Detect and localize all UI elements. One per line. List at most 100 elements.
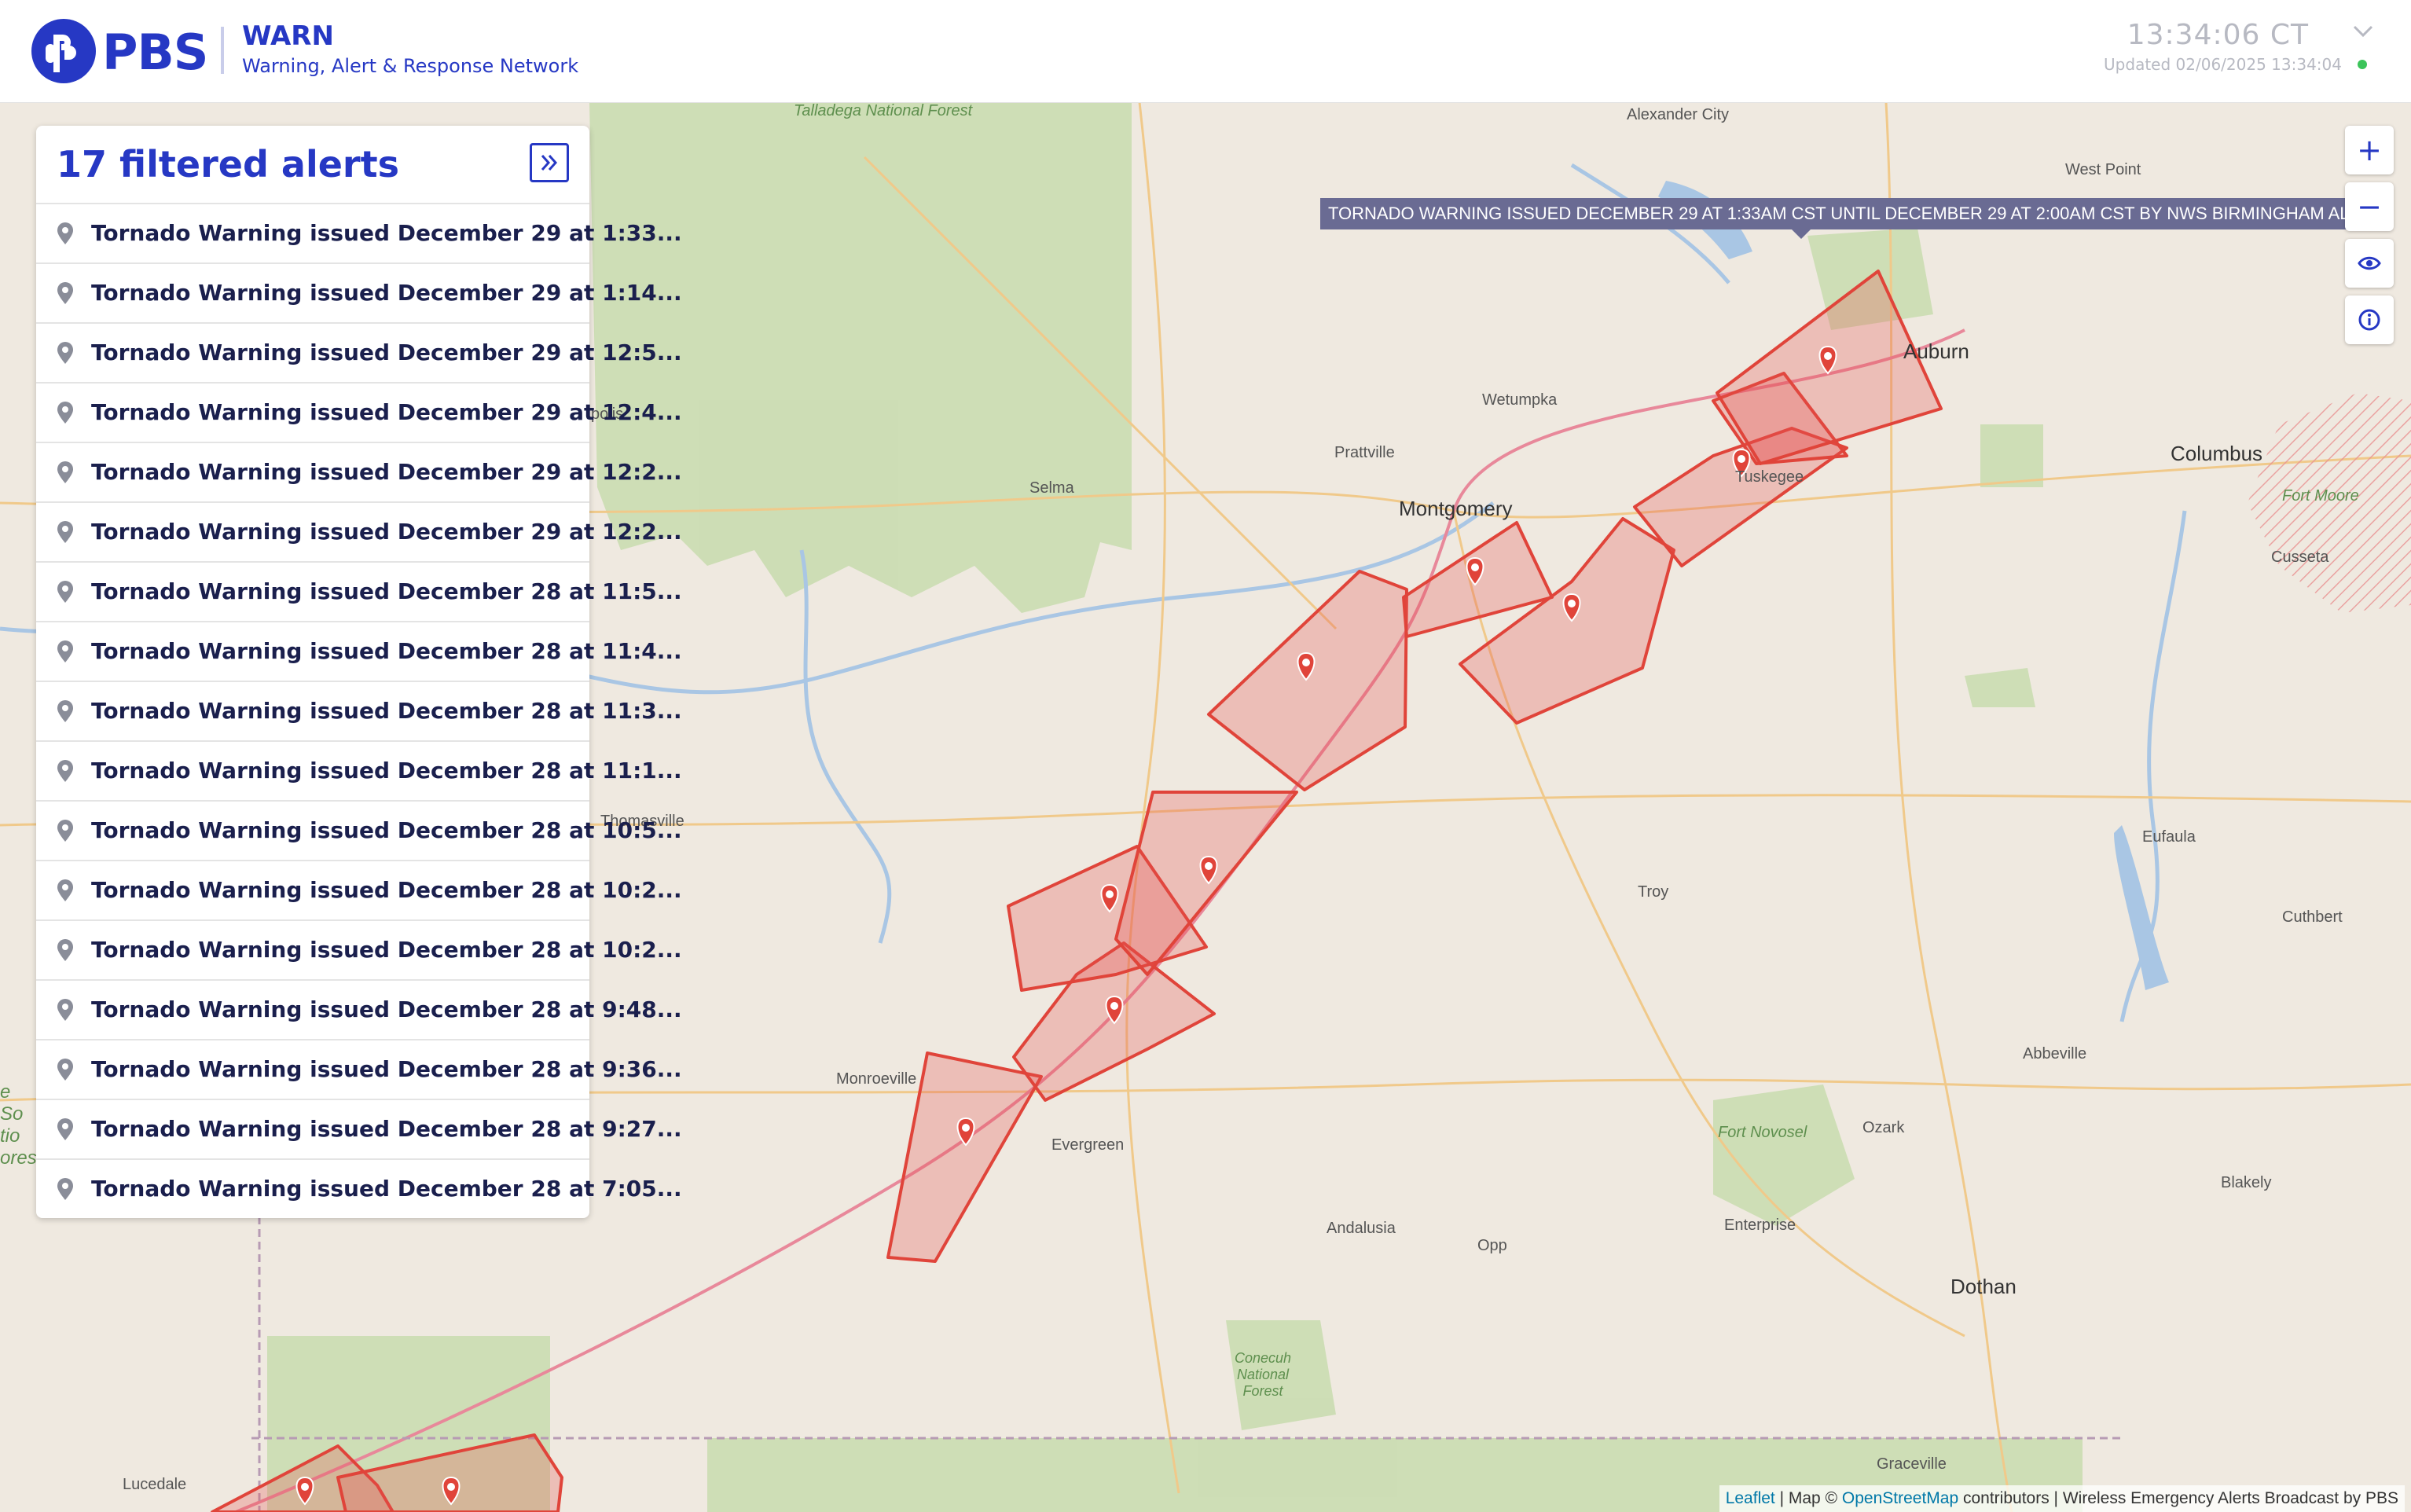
chevron-down-icon[interactable] [2351,22,2375,41]
alert-tooltip: TORNADO WARNING ISSUED DECEMBER 29 AT 1:… [1320,198,2358,239]
map-pin-icon [57,282,73,304]
pbs-wordmark[interactable]: PBS [102,24,208,81]
alert-list-item[interactable]: Tornado Warning issued December 29 at 12… [36,324,682,384]
place-prattville: Prattville [1334,444,1395,461]
alert-list-item[interactable]: Tornado Warning issued December 28 at 10… [36,802,682,861]
alert-label: Tornado Warning issued December 28 at 9:… [91,1056,682,1082]
app-subtitle: Warning, Alert & Response Network [242,55,579,77]
map-pin-icon [57,342,73,364]
place-abbeville: Abbeville [2023,1045,2087,1062]
alert-label: Tornado Warning issued December 29 at 12… [91,519,682,545]
double-chevron-right-icon [541,155,558,171]
alert-list-item[interactable]: Tornado Warning issued December 28 at 11… [36,622,682,682]
app-title: WARN [242,20,334,52]
alert-list-item[interactable]: Tornado Warning issued December 29 at 12… [36,503,682,563]
place-alexander-city: Alexander City [1627,106,1730,123]
place-conecuh-national-forest: Conecuh National Forest [1234,1350,1292,1399]
alert-label: Tornado Warning issued December 29 at 1:… [91,280,682,306]
header-divider [221,27,224,74]
alert-list-item[interactable]: Tornado Warning issued December 28 at 10… [36,861,682,921]
map-pin-icon [57,879,73,901]
alert-label: Tornado Warning issued December 29 at 12… [91,339,682,365]
alerts-panel: 17 filtered alerts Tornado Warning issue… [36,126,682,1218]
alert-label: Tornado Warning issued December 29 at 12… [91,459,682,485]
attribution-text: contributors | Wireless Emergency Alerts… [1958,1489,2398,1507]
info-button[interactable] [2345,295,2394,344]
alert-label: Tornado Warning issued December 28 at 11… [91,698,682,724]
place-eufaula: Eufaula [2142,828,2196,846]
map-pin-icon [57,402,73,424]
alert-list-item[interactable]: Tornado Warning issued December 28 at 11… [36,682,682,742]
collapse-panel-button[interactable] [530,143,569,182]
alert-list-item[interactable]: Tornado Warning issued December 28 at 9:… [36,1040,682,1100]
place-cuthbert: Cuthbert [2282,908,2343,926]
place-fort-moore: Fort Moore [2282,487,2359,505]
alert-list-item[interactable]: Tornado Warning issued December 28 at 7:… [36,1160,682,1218]
place-montgomery: Montgomery [1399,497,1513,520]
updated-timestamp: Updated 02/06/2025 13:34:04 [2104,55,2342,74]
alerts-panel-header: 17 filtered alerts [36,126,589,204]
zoom-in-button[interactable]: + [2345,126,2394,174]
eye-icon [2358,256,2381,270]
alert-list-item[interactable]: Tornado Warning issued December 29 at 12… [36,443,682,503]
connection-status-dot [2358,60,2367,69]
app-header: PBS WARN Warning, Alert & Response Netwo… [0,0,2411,103]
alert-list-item[interactable]: Tornado Warning issued December 28 at 9:… [36,1100,682,1160]
place-wetumpka: Wetumpka [1482,391,1558,409]
map-pin-icon [57,939,73,961]
place-opp: Opp [1477,1237,1507,1254]
alert-label: Tornado Warning issued December 28 at 7:… [91,1176,682,1202]
alert-list-item[interactable]: Tornado Warning issued December 29 at 1:… [36,264,682,324]
place-lucedale: Lucedale [123,1476,187,1493]
place-edge-forest-label: e So tio ores [0,1081,37,1169]
zoom-out-button[interactable]: − [2345,182,2394,231]
visibility-toggle-button[interactable] [2345,239,2394,288]
map-pin-icon [57,640,73,662]
map-pin-icon [57,1118,73,1140]
openstreetmap-link[interactable]: OpenStreetMap [1842,1489,1958,1507]
alert-label: Tornado Warning issued December 28 at 10… [91,877,682,903]
alert-label: Tornado Warning issued December 28 at 11… [91,578,682,604]
alert-label: Tornado Warning issued December 28 at 10… [91,937,682,963]
leaflet-link[interactable]: Leaflet [1726,1489,1775,1507]
place-selma: Selma [1029,479,1074,497]
alert-label: Tornado Warning issued December 28 at 9:… [91,1116,682,1142]
map-pin-icon [57,222,73,244]
place-west-point: West Point [2065,161,2141,178]
alert-list-item[interactable]: Tornado Warning issued December 28 at 11… [36,563,682,622]
alert-list: Tornado Warning issued December 29 at 1:… [36,204,682,1218]
place-talladega-national-forest: Talladega National Forest [794,102,973,119]
map-pin-icon [57,760,73,782]
map-pin-icon [57,999,73,1021]
place-cusseta: Cusseta [2271,549,2329,566]
place-dothan: Dothan [1950,1275,2017,1298]
alert-list-item[interactable]: Tornado Warning issued December 28 at 9:… [36,981,682,1040]
current-time: 13:34:06 CT [2127,19,2309,51]
info-icon [2358,309,2380,331]
alert-list-item[interactable]: Tornado Warning issued December 28 at 10… [36,921,682,981]
place-fort-novosel: Fort Novosel [1718,1124,1807,1141]
attribution-separator: | Map © [1774,1489,1842,1507]
alert-label: Tornado Warning issued December 28 at 10… [91,817,682,843]
place-evergreen: Evergreen [1051,1136,1125,1154]
place-troy: Troy [1638,883,1669,901]
place-monroeville: Monroeville [836,1070,917,1088]
place-graceville: Graceville [1877,1455,1947,1473]
map-pin-icon [57,1178,73,1200]
place-tuskegee: Tuskegee [1735,468,1804,486]
alert-label: Tornado Warning issued December 29 at 12… [91,399,682,425]
alerts-count-title: 17 filtered alerts [57,143,399,185]
alert-list-item[interactable]: Tornado Warning issued December 29 at 12… [36,384,682,443]
alert-label: Tornado Warning issued December 28 at 11… [91,758,682,784]
map-pin-icon [57,700,73,722]
place-ozark: Ozark [1862,1119,1905,1136]
map-pin-icon [57,521,73,543]
alert-label: Tornado Warning issued December 28 at 11… [91,638,682,664]
map-pin-icon [57,461,73,483]
alert-list-item[interactable]: Tornado Warning issued December 28 at 11… [36,742,682,802]
map-attribution: Leaflet | Map © OpenStreetMap contributo… [1719,1485,2405,1512]
alert-list-item[interactable]: Tornado Warning issued December 29 at 1:… [36,204,682,264]
map-pin-icon [57,1059,73,1081]
alert-label: Tornado Warning issued December 29 at 1:… [91,220,682,246]
place-columbus: Columbus [2171,442,2263,465]
